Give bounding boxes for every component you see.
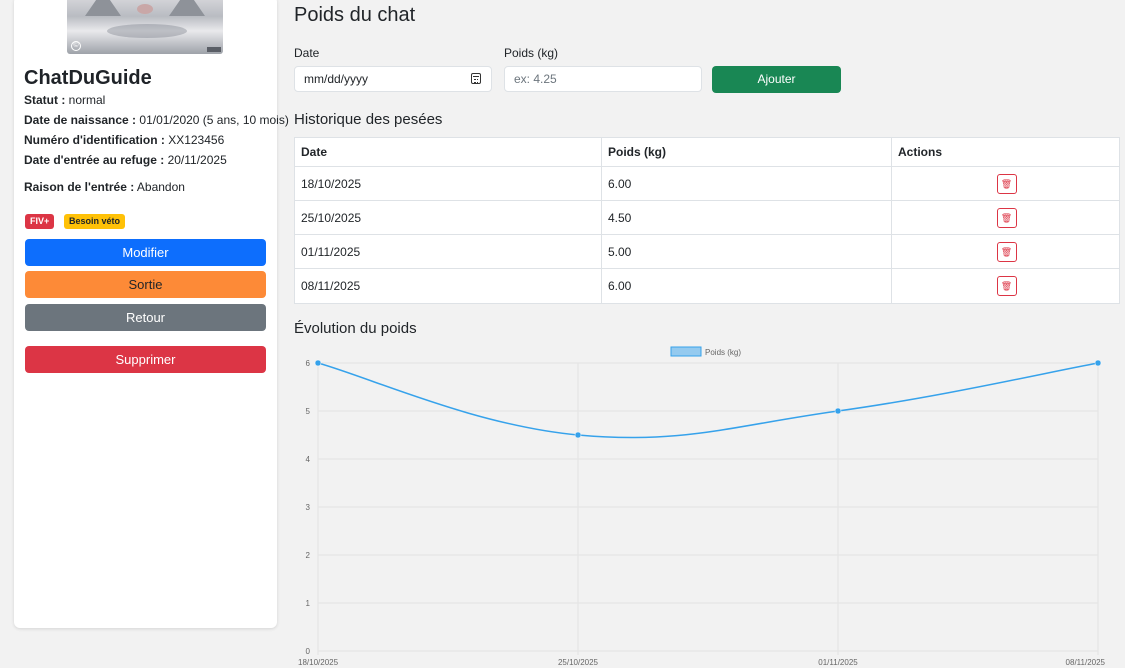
date-label: Date xyxy=(294,46,320,60)
x-tick-label: 01/11/2025 xyxy=(818,658,858,667)
legend-label: Poids (kg) xyxy=(705,348,741,357)
birth-value: 01/01/2020 (5 ans, 10 mois) xyxy=(139,113,289,127)
id-value: XX123456 xyxy=(168,133,225,147)
row-weight: 6.00 xyxy=(608,176,632,191)
header-actions: Actions xyxy=(891,138,1121,166)
birth-info: Date de naissance : 01/01/2020 (5 ans, 1… xyxy=(24,113,289,127)
history-title: Historique des pesées xyxy=(294,111,443,128)
table-row: 08/11/2025 6.00 🗑 xyxy=(295,269,1119,303)
x-tick-label: 18/10/2025 xyxy=(298,658,339,667)
add-button[interactable]: Ajouter xyxy=(712,66,841,93)
row-date: 01/11/2025 xyxy=(301,244,361,259)
cat-name: ChatDuGuide xyxy=(24,67,152,89)
id-info: Numéro d'identification : XX123456 xyxy=(24,133,225,147)
trash-icon[interactable]: 🗑 xyxy=(996,207,1017,228)
weight-chart: 0 1 2 3 4 5 6 18/10/2025 25/10/2025 01/11/2025 08/… xyxy=(298,346,1106,667)
data-point xyxy=(1094,359,1102,367)
row-weight: 5.00 xyxy=(608,244,632,259)
data-point xyxy=(834,407,842,415)
row-date: 18/10/2025 xyxy=(301,176,362,191)
exit-button[interactable]: Sortie xyxy=(25,271,266,298)
entry-info: Date d'entrée au refuge : 20/11/2025 xyxy=(24,153,227,167)
table-header-row: Date Poids (kg) Actions xyxy=(295,138,1119,167)
copyright-icon xyxy=(71,41,81,51)
modify-button[interactable]: Modifier xyxy=(25,239,266,266)
x-tick-label: 08/11/2025 xyxy=(1066,658,1106,667)
y-tick-label: 2 xyxy=(306,551,311,560)
y-tick-label: 4 xyxy=(306,455,311,464)
page-title: Poids du chat xyxy=(294,4,416,26)
data-point xyxy=(314,359,322,367)
trash-icon[interactable]: 🗑 xyxy=(996,173,1017,194)
fiv-badge: FIV+ xyxy=(25,214,55,229)
table-row: 18/10/2025 6.00 🗑 xyxy=(295,167,1119,201)
delete-button[interactable]: Supprimer xyxy=(25,346,266,373)
y-tick-label: 0 xyxy=(306,647,311,656)
row-weight: 6.00 xyxy=(608,279,632,293)
header-date: Date xyxy=(301,145,328,159)
data-point xyxy=(574,431,582,439)
weight-series-line xyxy=(317,362,1099,439)
reason-info: Raison de l'entrée : Abandon xyxy=(24,180,185,194)
trash-icon[interactable]: 🗑 xyxy=(996,241,1017,262)
row-date: 25/10/2025 xyxy=(301,210,362,225)
legend-swatch xyxy=(670,346,702,357)
vet-needed-badge: Besoin véto xyxy=(64,214,126,229)
y-tick-label: 5 xyxy=(306,407,311,416)
reason-value: Abandon xyxy=(136,180,185,194)
cat-photo xyxy=(67,0,223,54)
row-weight: 4.50 xyxy=(608,210,632,225)
weight-input[interactable]: ex: 4.25 xyxy=(504,66,702,92)
entry-value: 20/11/2025 xyxy=(167,153,227,167)
y-tick-label: 1 xyxy=(306,599,311,608)
status-info: Statut : normal xyxy=(24,93,106,107)
trash-icon[interactable]: 🗑 xyxy=(996,276,1017,296)
weight-label: Poids (kg) xyxy=(504,46,559,60)
row-date: 08/11/2025 xyxy=(301,279,361,293)
table-row: 01/11/2025 5.00 🗑 xyxy=(295,235,1119,269)
y-tick-label: 3 xyxy=(306,503,311,512)
header-weight: Poids (kg) xyxy=(608,145,667,159)
weight-placeholder: ex: 4.25 xyxy=(514,72,557,86)
chart-title: Évolution du poids xyxy=(294,320,417,337)
table-row: 25/10/2025 4.50 🗑 xyxy=(295,201,1119,235)
status-value: normal xyxy=(68,93,106,107)
calendar-icon[interactable] xyxy=(471,73,481,84)
weight-history-table: Date Poids (kg) Actions 18/10/2025 6.00 … xyxy=(294,137,1120,304)
back-button[interactable]: Retour xyxy=(25,304,266,331)
y-tick-label: 6 xyxy=(306,359,311,368)
date-placeholder: mm/dd/yyyy xyxy=(304,72,369,86)
date-input[interactable]: mm/dd/yyyy xyxy=(294,66,492,92)
x-tick-label: 25/10/2025 xyxy=(558,658,599,667)
